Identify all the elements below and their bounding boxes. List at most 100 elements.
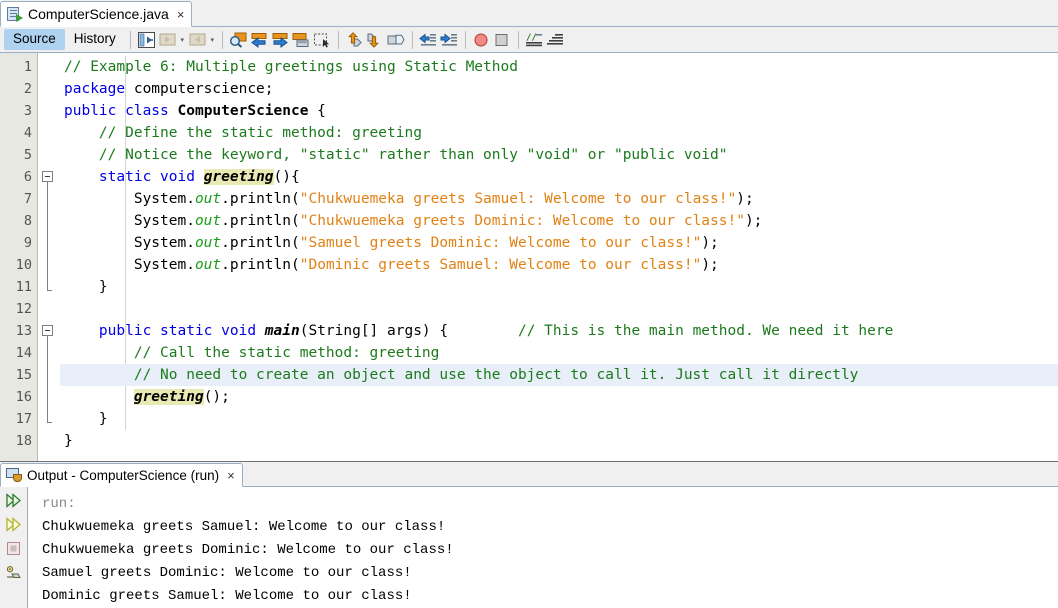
code-line[interactable]: System.out.println("Dominic greets Samue… — [60, 254, 1058, 276]
toggle-breakpoint-icon[interactable] — [471, 30, 492, 50]
shift-left-icon[interactable] — [418, 30, 439, 50]
code-text-area[interactable]: // Example 6: Multiple greetings using S… — [60, 53, 1058, 461]
code-token-p — [256, 323, 265, 339]
stop-icon[interactable] — [492, 30, 513, 50]
code-token-k: public static void — [98, 323, 257, 339]
fold-row — [38, 364, 60, 386]
code-line[interactable]: System.out.println("Chukwuemeka greets D… — [60, 210, 1058, 232]
output-settings-icon[interactable] — [4, 562, 24, 582]
code-line[interactable]: public static void main(String[] args) {… — [60, 320, 1058, 342]
line-number: 1 — [23, 59, 32, 75]
code-token-p: .println( — [221, 191, 300, 207]
code-token-fld: out — [194, 213, 222, 229]
code-token-p: System. — [64, 213, 195, 229]
output-sidebar — [0, 487, 28, 608]
code-token-st: "Samuel greets Dominic: Welcome to our c… — [299, 235, 702, 251]
fold-row — [38, 56, 60, 78]
last-edit-icon[interactable] — [136, 30, 157, 50]
code-token-p: ); — [701, 235, 719, 251]
output-tab[interactable]: Output - ComputerScience (run) × — [0, 463, 243, 487]
fold-toggle-icon[interactable] — [42, 325, 53, 336]
code-token-p: } — [64, 279, 108, 295]
line-number: 8 — [23, 213, 32, 229]
code-line[interactable]: System.out.println("Chukwuemeka greets S… — [60, 188, 1058, 210]
code-line[interactable]: // Notice the keyword, "static" rather t… — [60, 144, 1058, 166]
uncomment-icon[interactable] — [545, 30, 566, 50]
shift-right-icon[interactable] — [439, 30, 460, 50]
fold-row — [38, 430, 60, 452]
rerun-icon[interactable] — [4, 490, 24, 510]
find-previous-icon[interactable] — [249, 30, 270, 50]
code-line[interactable]: // Define the static method: greeting — [60, 122, 1058, 144]
code-line[interactable] — [60, 298, 1058, 320]
code-line[interactable]: package computerscience; — [60, 78, 1058, 100]
code-token-p: (); — [203, 389, 230, 405]
code-token-cm: // Call the static method: greeting — [133, 345, 440, 361]
fold-row — [38, 78, 60, 100]
line-number: 16 — [15, 389, 32, 405]
code-token-p: ); — [744, 213, 763, 229]
code-token-p — [64, 323, 99, 339]
line-number: 14 — [15, 345, 32, 361]
toggle-rectangular-selection-icon[interactable] — [312, 30, 333, 50]
back-icon[interactable] — [157, 30, 178, 50]
line-number: 3 — [23, 103, 32, 119]
line-number: 9 — [23, 235, 32, 251]
code-token-k: public class — [64, 103, 169, 119]
fold-toggle-icon[interactable] — [42, 171, 53, 182]
code-line[interactable]: // Example 6: Multiple greetings using S… — [60, 56, 1058, 78]
close-icon[interactable]: × — [227, 469, 235, 482]
code-line[interactable]: } — [60, 408, 1058, 430]
find-selection-icon[interactable] — [228, 30, 249, 50]
code-line[interactable]: } — [60, 430, 1058, 452]
file-tab-computerscience-java[interactable]: ComputerScience.java × — [0, 1, 193, 27]
close-icon[interactable]: × — [177, 8, 185, 21]
previous-bookmark-icon[interactable] — [344, 30, 365, 50]
output-text-area[interactable]: run: Chukwuemeka greets Samuel: Welcome t… — [28, 487, 1058, 608]
next-bookmark-icon[interactable] — [365, 30, 386, 50]
code-line[interactable]: greeting(); — [60, 386, 1058, 408]
code-line[interactable]: System.out.println("Samuel greets Domini… — [60, 232, 1058, 254]
fold-row — [38, 298, 60, 320]
code-line[interactable]: static void greeting(){ — [60, 166, 1058, 188]
toggle-bookmark-icon[interactable] — [386, 30, 407, 50]
fold-row — [38, 210, 60, 232]
code-token-p: ); — [736, 191, 754, 207]
rerun-alternate-icon[interactable] — [4, 514, 24, 534]
code-token-k: static void — [98, 169, 195, 185]
line-number-gutter: 1 2 3 4 5 6 7 8 9 10 11 12 13 14 15 16 17 18 — [0, 53, 38, 461]
tab-history[interactable]: History — [65, 29, 125, 50]
fold-row — [38, 100, 60, 122]
comment-icon[interactable]: // — [524, 30, 545, 50]
back-dropdown-chevron-down-icon[interactable]: ▾ — [178, 30, 187, 50]
code-line[interactable]: // No need to create an object and use t… — [60, 364, 1058, 386]
code-token-p: } — [64, 433, 73, 449]
stop-process-icon[interactable] — [4, 538, 24, 558]
line-number: 15 — [15, 367, 32, 383]
code-token-p: (){ — [273, 169, 300, 185]
code-token-p: System. — [64, 235, 195, 251]
code-token-p — [64, 389, 134, 405]
code-folding-column[interactable] — [38, 53, 60, 461]
tab-source[interactable]: Source — [4, 29, 65, 50]
output-line: Chukwuemeka greets Dominic: Welcome to o… — [42, 542, 454, 558]
output-body: run: Chukwuemeka greets Samuel: Welcome t… — [0, 487, 1058, 608]
output-line: Chukwuemeka greets Samuel: Welcome to ou… — [42, 519, 446, 535]
code-token-p: ); — [701, 257, 719, 273]
code-line[interactable]: } — [60, 276, 1058, 298]
code-token-p: System. — [64, 191, 195, 207]
code-line[interactable]: public class ComputerScience { — [60, 100, 1058, 122]
code-line[interactable]: // Call the static method: greeting — [60, 342, 1058, 364]
forward-icon[interactable] — [187, 30, 208, 50]
code-token-cm: // This is the main method. We need it h… — [517, 323, 894, 339]
toggle-highlight-icon[interactable] — [291, 30, 312, 50]
code-token-p — [64, 169, 99, 185]
fold-row — [38, 408, 60, 430]
java-file-icon — [7, 6, 23, 22]
code-editor[interactable]: 1 2 3 4 5 6 7 8 9 10 11 12 13 14 15 16 17 18 // Example 6… — [0, 53, 1058, 461]
find-next-icon[interactable] — [270, 30, 291, 50]
fold-row — [38, 386, 60, 408]
forward-dropdown-chevron-down-icon[interactable]: ▾ — [208, 30, 217, 50]
code-token-cm: // Example 6: Multiple greetings using S… — [64, 59, 518, 75]
code-token-p — [64, 345, 134, 361]
